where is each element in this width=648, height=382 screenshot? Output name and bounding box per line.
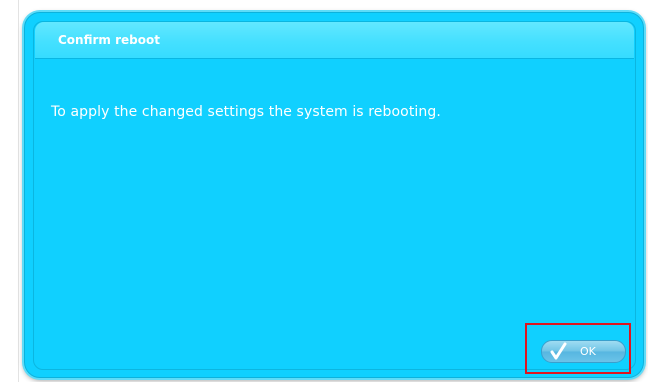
dialog-title-bar: Confirm reboot xyxy=(35,22,634,59)
dialog-title: Confirm reboot xyxy=(58,33,160,47)
ok-button[interactable]: OK xyxy=(541,340,626,363)
background-divider xyxy=(18,0,19,382)
dialog-message: To apply the changed settings the system… xyxy=(51,104,441,120)
dialog-inner-frame xyxy=(33,21,636,370)
ok-button-label: OK xyxy=(580,345,596,358)
confirm-reboot-dialog: Confirm reboot To apply the changed sett… xyxy=(24,12,644,378)
check-icon xyxy=(550,342,568,361)
